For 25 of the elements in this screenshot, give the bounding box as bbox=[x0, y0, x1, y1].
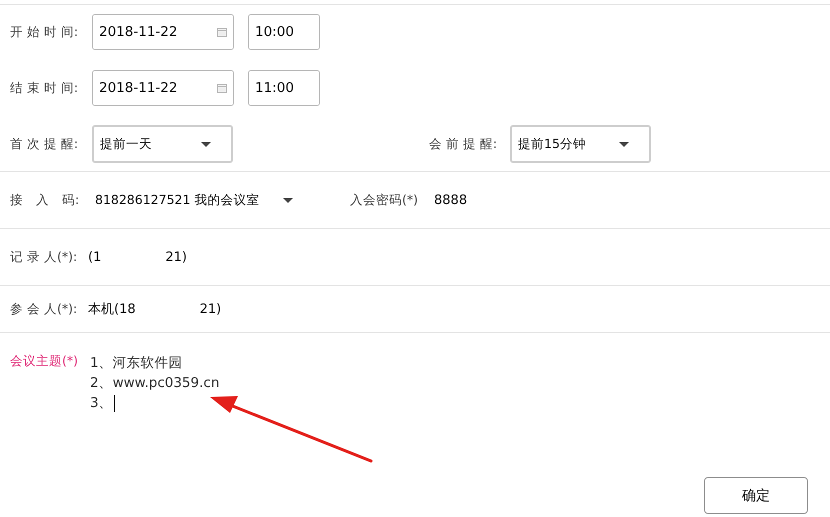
time-field[interactable]: 10:00 bbox=[248, 14, 320, 50]
field-label: 会议主题(*) bbox=[10, 353, 80, 370]
password-value: 8888 bbox=[434, 192, 468, 208]
field-label: 首 次 提 醒: bbox=[10, 136, 80, 152]
access-code-dropdown[interactable]: 818286127521 我的会议室 bbox=[95, 192, 335, 208]
time-field[interactable]: 11:00 bbox=[248, 70, 320, 106]
field-label: 记 录 人(*): bbox=[10, 248, 78, 266]
date-field[interactable]: 2018-11-22 bbox=[92, 70, 234, 106]
confirm-button[interactable]: 确定 bbox=[704, 477, 808, 514]
field-label: 参 会 人(*): bbox=[10, 300, 78, 318]
field-label: 入会密码(*) bbox=[350, 192, 420, 208]
participant-value: 本机(18 bbox=[88, 301, 136, 318]
field-label: 会 前 提 醒: bbox=[429, 136, 498, 152]
participant-value: 21) bbox=[200, 302, 222, 316]
recorder-value: (1 bbox=[88, 250, 102, 264]
reminder-dropdown[interactable]: 提前一天 bbox=[92, 125, 233, 163]
field-label: 结 束 时 间: bbox=[10, 80, 80, 96]
reminder-dropdown[interactable]: 提前15分钟 bbox=[510, 125, 651, 163]
date-field[interactable]: 2018-11-22 bbox=[92, 14, 234, 50]
topic-text-line: 2、www.pc0359.cn bbox=[90, 374, 220, 393]
topic-text-line: 3、 bbox=[90, 394, 113, 413]
recorder-value: 21) bbox=[165, 250, 187, 264]
field-label: 接 入 码: bbox=[10, 192, 80, 208]
topic-text-line: 1、河东软件园 bbox=[90, 354, 183, 373]
field-label: 开 始 时 间: bbox=[10, 24, 80, 40]
